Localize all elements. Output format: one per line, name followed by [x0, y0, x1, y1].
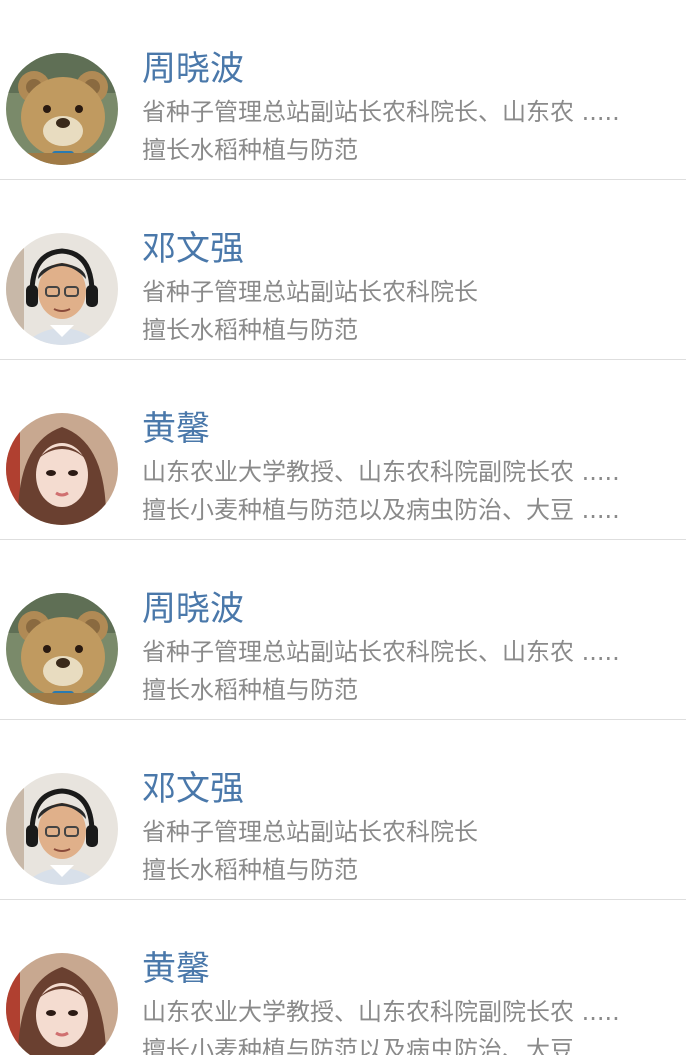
- man-headphones-avatar: [6, 773, 118, 885]
- expert-row[interactable]: 周晓波 省种子管理总站副站长农科院长、山东农 ..... 擅长水稻种植与防范: [0, 0, 686, 180]
- expert-row[interactable]: 邓文强 省种子管理总站副站长农科院长 擅长水稻种植与防范: [0, 720, 686, 900]
- expert-list: 周晓波 省种子管理总站副站长农科院长、山东农 ..... 擅长水稻种植与防范 邓…: [0, 0, 686, 1055]
- woman-avatar: [6, 953, 118, 1055]
- expert-specialty: 擅长水稻种植与防范: [142, 136, 358, 164]
- expert-title: 省种子管理总站副站长农科院长、山东农 .....: [142, 638, 620, 666]
- expert-name: 邓文强: [142, 769, 244, 809]
- man-headphones-avatar: [6, 233, 118, 345]
- teddy-bear-avatar: [6, 53, 118, 165]
- expert-name: 周晓波: [142, 589, 244, 629]
- expert-name: 黄馨: [142, 409, 210, 449]
- expert-name: 黄馨: [142, 949, 210, 989]
- expert-specialty: 擅长水稻种植与防范: [142, 856, 358, 884]
- expert-specialty: 擅长水稻种植与防范: [142, 676, 358, 704]
- expert-specialty: 擅长水稻种植与防范: [142, 316, 358, 344]
- teddy-bear-avatar: [6, 593, 118, 705]
- expert-row[interactable]: 邓文强 省种子管理总站副站长农科院长 擅长水稻种植与防范: [0, 180, 686, 360]
- woman-avatar: [6, 413, 118, 525]
- expert-row[interactable]: 黄馨 山东农业大学教授、山东农科院副院长农 ..... 擅长小麦种植与防范以及病…: [0, 900, 686, 1055]
- expert-title: 省种子管理总站副站长农科院长: [142, 278, 478, 306]
- expert-name: 邓文强: [142, 229, 244, 269]
- expert-row[interactable]: 周晓波 省种子管理总站副站长农科院长、山东农 ..... 擅长水稻种植与防范: [0, 540, 686, 720]
- expert-title: 省种子管理总站副站长农科院长: [142, 818, 478, 846]
- expert-title: 省种子管理总站副站长农科院长、山东农 .....: [142, 98, 620, 126]
- expert-specialty: 擅长小麦种植与防范以及病虫防治、大豆: [142, 1036, 574, 1055]
- expert-specialty: 擅长小麦种植与防范以及病虫防治、大豆 .....: [142, 496, 620, 524]
- expert-name: 周晓波: [142, 49, 244, 89]
- expert-title: 山东农业大学教授、山东农科院副院长农 .....: [142, 998, 620, 1026]
- expert-title: 山东农业大学教授、山东农科院副院长农 .....: [142, 458, 620, 486]
- expert-row[interactable]: 黄馨 山东农业大学教授、山东农科院副院长农 ..... 擅长小麦种植与防范以及病…: [0, 360, 686, 540]
